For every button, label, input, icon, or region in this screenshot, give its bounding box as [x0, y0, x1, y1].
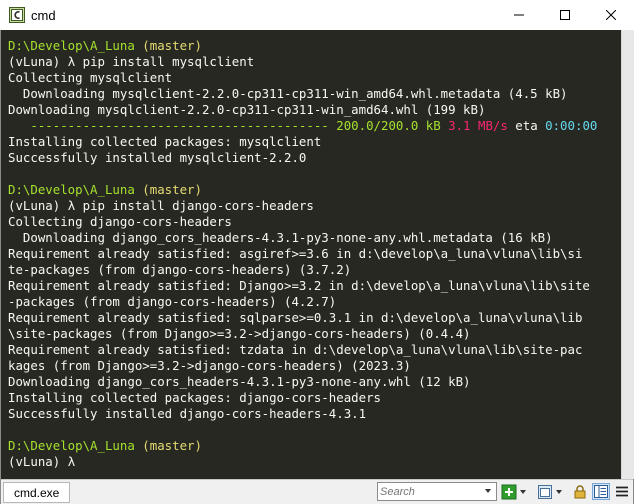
search-dropdown-icon[interactable] [482, 485, 494, 497]
console-path-text: D:\Develop\A_Luna [8, 182, 135, 197]
console-line: Successfully installed django-cors-heade… [8, 406, 597, 422]
console-line: Installing collected packages: django-co… [8, 390, 597, 406]
console-line: Requirement already satisfied: tzdata in… [8, 342, 597, 358]
search-input[interactable] [380, 483, 476, 500]
cmder-app-icon [9, 7, 25, 23]
console-text-text: Collecting django-cors-headers [8, 214, 232, 229]
console-line: Requirement already satisfied: asgiref>=… [8, 246, 597, 262]
console-line: Downloading mysqlclient-2.2.0-cp311-cp31… [8, 86, 597, 102]
console-text-text: Downloading mysqlclient-2.2.0-cp311-cp31… [8, 86, 568, 101]
console-line: Downloading django_cors_headers-4.3.1-py… [8, 374, 597, 390]
console-eta-text: 0:00:00 [545, 118, 598, 133]
console-text-text: (vLuna) [8, 454, 68, 469]
console-text-text: Installing collected packages: mysqlclie… [8, 134, 322, 149]
close-icon [606, 10, 616, 20]
plus-icon [501, 484, 526, 499]
console-line: (vLuna) λ pip install mysqlclient [8, 54, 597, 70]
console-text-text: Downloading mysqlclient-2.2.0-cp311-cp31… [8, 102, 486, 117]
console-text-text: Successfully installed django-cors-heade… [8, 406, 367, 421]
close-button[interactable] [588, 0, 634, 30]
console-text-text: Installing collected packages: django-co… [8, 390, 381, 405]
status-bar: cmd.exe [1, 479, 633, 504]
console-text-text: Collecting mysqlclient [8, 70, 173, 85]
vertical-scrollbar[interactable] [621, 30, 634, 479]
console-text-text: Requirement already satisfied: Django>=3… [8, 278, 590, 293]
console-text-text: Downloading django_cors_headers-4.3.1-py… [8, 374, 471, 389]
console-text-text: Requirement already satisfied: sqlparse>… [8, 310, 583, 325]
console-line: D:\Develop\A_Luna (master) [8, 438, 597, 454]
console-branch-text: (master) [142, 182, 202, 197]
console-text-text: Successfully installed mysqlclient-2.2.0 [8, 150, 307, 165]
cmder-window: cmd D:\Develop\A_Luna (master) (vLuna) λ … [0, 0, 634, 504]
console-branch-text: (master) [142, 38, 202, 53]
console-line: Collecting django-cors-headers [8, 214, 597, 230]
tab-label: cmd.exe [14, 485, 60, 500]
console-line: D:\Develop\A_Luna (master) [8, 182, 597, 198]
console-text-text: Requirement already satisfied: tzdata in… [8, 342, 583, 357]
console-line: Downloading django_cors_headers-4.3.1-py… [8, 230, 597, 246]
menu-button[interactable] [613, 483, 631, 500]
minimize-icon [514, 14, 524, 16]
console-branch-text: (master) [142, 438, 202, 453]
console-line: (vLuna) λ pip install django-cors-header… [8, 198, 597, 214]
window-title: cmd [31, 8, 56, 23]
console-text-text: (vLuna) [8, 54, 68, 69]
console-line: Collecting mysqlclient [8, 70, 597, 86]
console-text-text: Requirement already satisfied: asgiref>=… [8, 246, 583, 261]
console-lambda-text: λ [67, 454, 76, 469]
title-bar[interactable]: cmd [0, 0, 634, 30]
console-text-text: \site-packages (from Django>=3.2->django… [8, 326, 471, 341]
console-line: D:\Develop\A_Luna (master) [8, 38, 597, 54]
split-view-button[interactable] [592, 483, 610, 500]
console-line: \site-packages (from Django>=3.2->django… [8, 326, 597, 342]
lock-button[interactable] [573, 483, 587, 500]
console-line: Requirement already satisfied: sqlparse>… [8, 310, 597, 326]
tab-cmd-exe[interactable]: cmd.exe [3, 482, 71, 503]
console-text-text: te-packages (from django-cors-headers) (… [8, 262, 352, 277]
search-box [377, 482, 497, 501]
console-line: -packages (from django-cors-headers) (4.… [8, 294, 597, 310]
terminal-area[interactable]: D:\Develop\A_Luna (master) (vLuna) λ pip … [1, 30, 621, 479]
console-line: Requirement already satisfied: Django>=3… [8, 278, 597, 294]
console-text-text: Downloading django_cors_headers-4.3.1-py… [8, 230, 553, 245]
console-bar-text: ----------------------------------------… [8, 118, 441, 133]
console-line: te-packages (from django-cors-headers) (… [8, 262, 597, 278]
hamburger-menu-icon [616, 486, 628, 497]
console-line: Installing collected packages: mysqlclie… [8, 134, 597, 150]
console-text-text: pip install mysqlclient [75, 54, 255, 69]
console-text-text: kages (from Django>=3.2->django-cors-hea… [8, 358, 411, 373]
console-list-button[interactable] [537, 483, 565, 500]
console-path-text: D:\Develop\A_Luna [8, 38, 135, 53]
console-text-text: -packages (from django-cors-headers) (4.… [8, 294, 337, 309]
console-text-text: pip install django-cors-headers [75, 198, 314, 213]
maximize-button[interactable] [542, 0, 588, 30]
console-text-text: (vLuna) [8, 198, 68, 213]
console-line: (vLuna) λ [8, 454, 597, 470]
console-text-text: eta [507, 118, 546, 133]
maximize-icon [560, 10, 570, 20]
lock-icon [574, 484, 586, 498]
window-list-icon [538, 484, 562, 499]
console-line: ----------------------------------------… [8, 118, 597, 134]
console-output: D:\Develop\A_Luna (master) (vLuna) λ pip … [8, 38, 597, 470]
new-console-button[interactable] [501, 483, 529, 500]
minimize-button[interactable] [496, 0, 542, 30]
console-rate-text: 3.1 MB/s [448, 118, 508, 133]
console-path-text: D:\Develop\A_Luna [8, 438, 135, 453]
console-line: Downloading mysqlclient-2.2.0-cp311-cp31… [8, 102, 597, 118]
console-line: Successfully installed mysqlclient-2.2.0 [8, 150, 597, 166]
console-line: kages (from Django>=3.2->django-cors-hea… [8, 358, 597, 374]
split-panes-icon [594, 485, 608, 498]
